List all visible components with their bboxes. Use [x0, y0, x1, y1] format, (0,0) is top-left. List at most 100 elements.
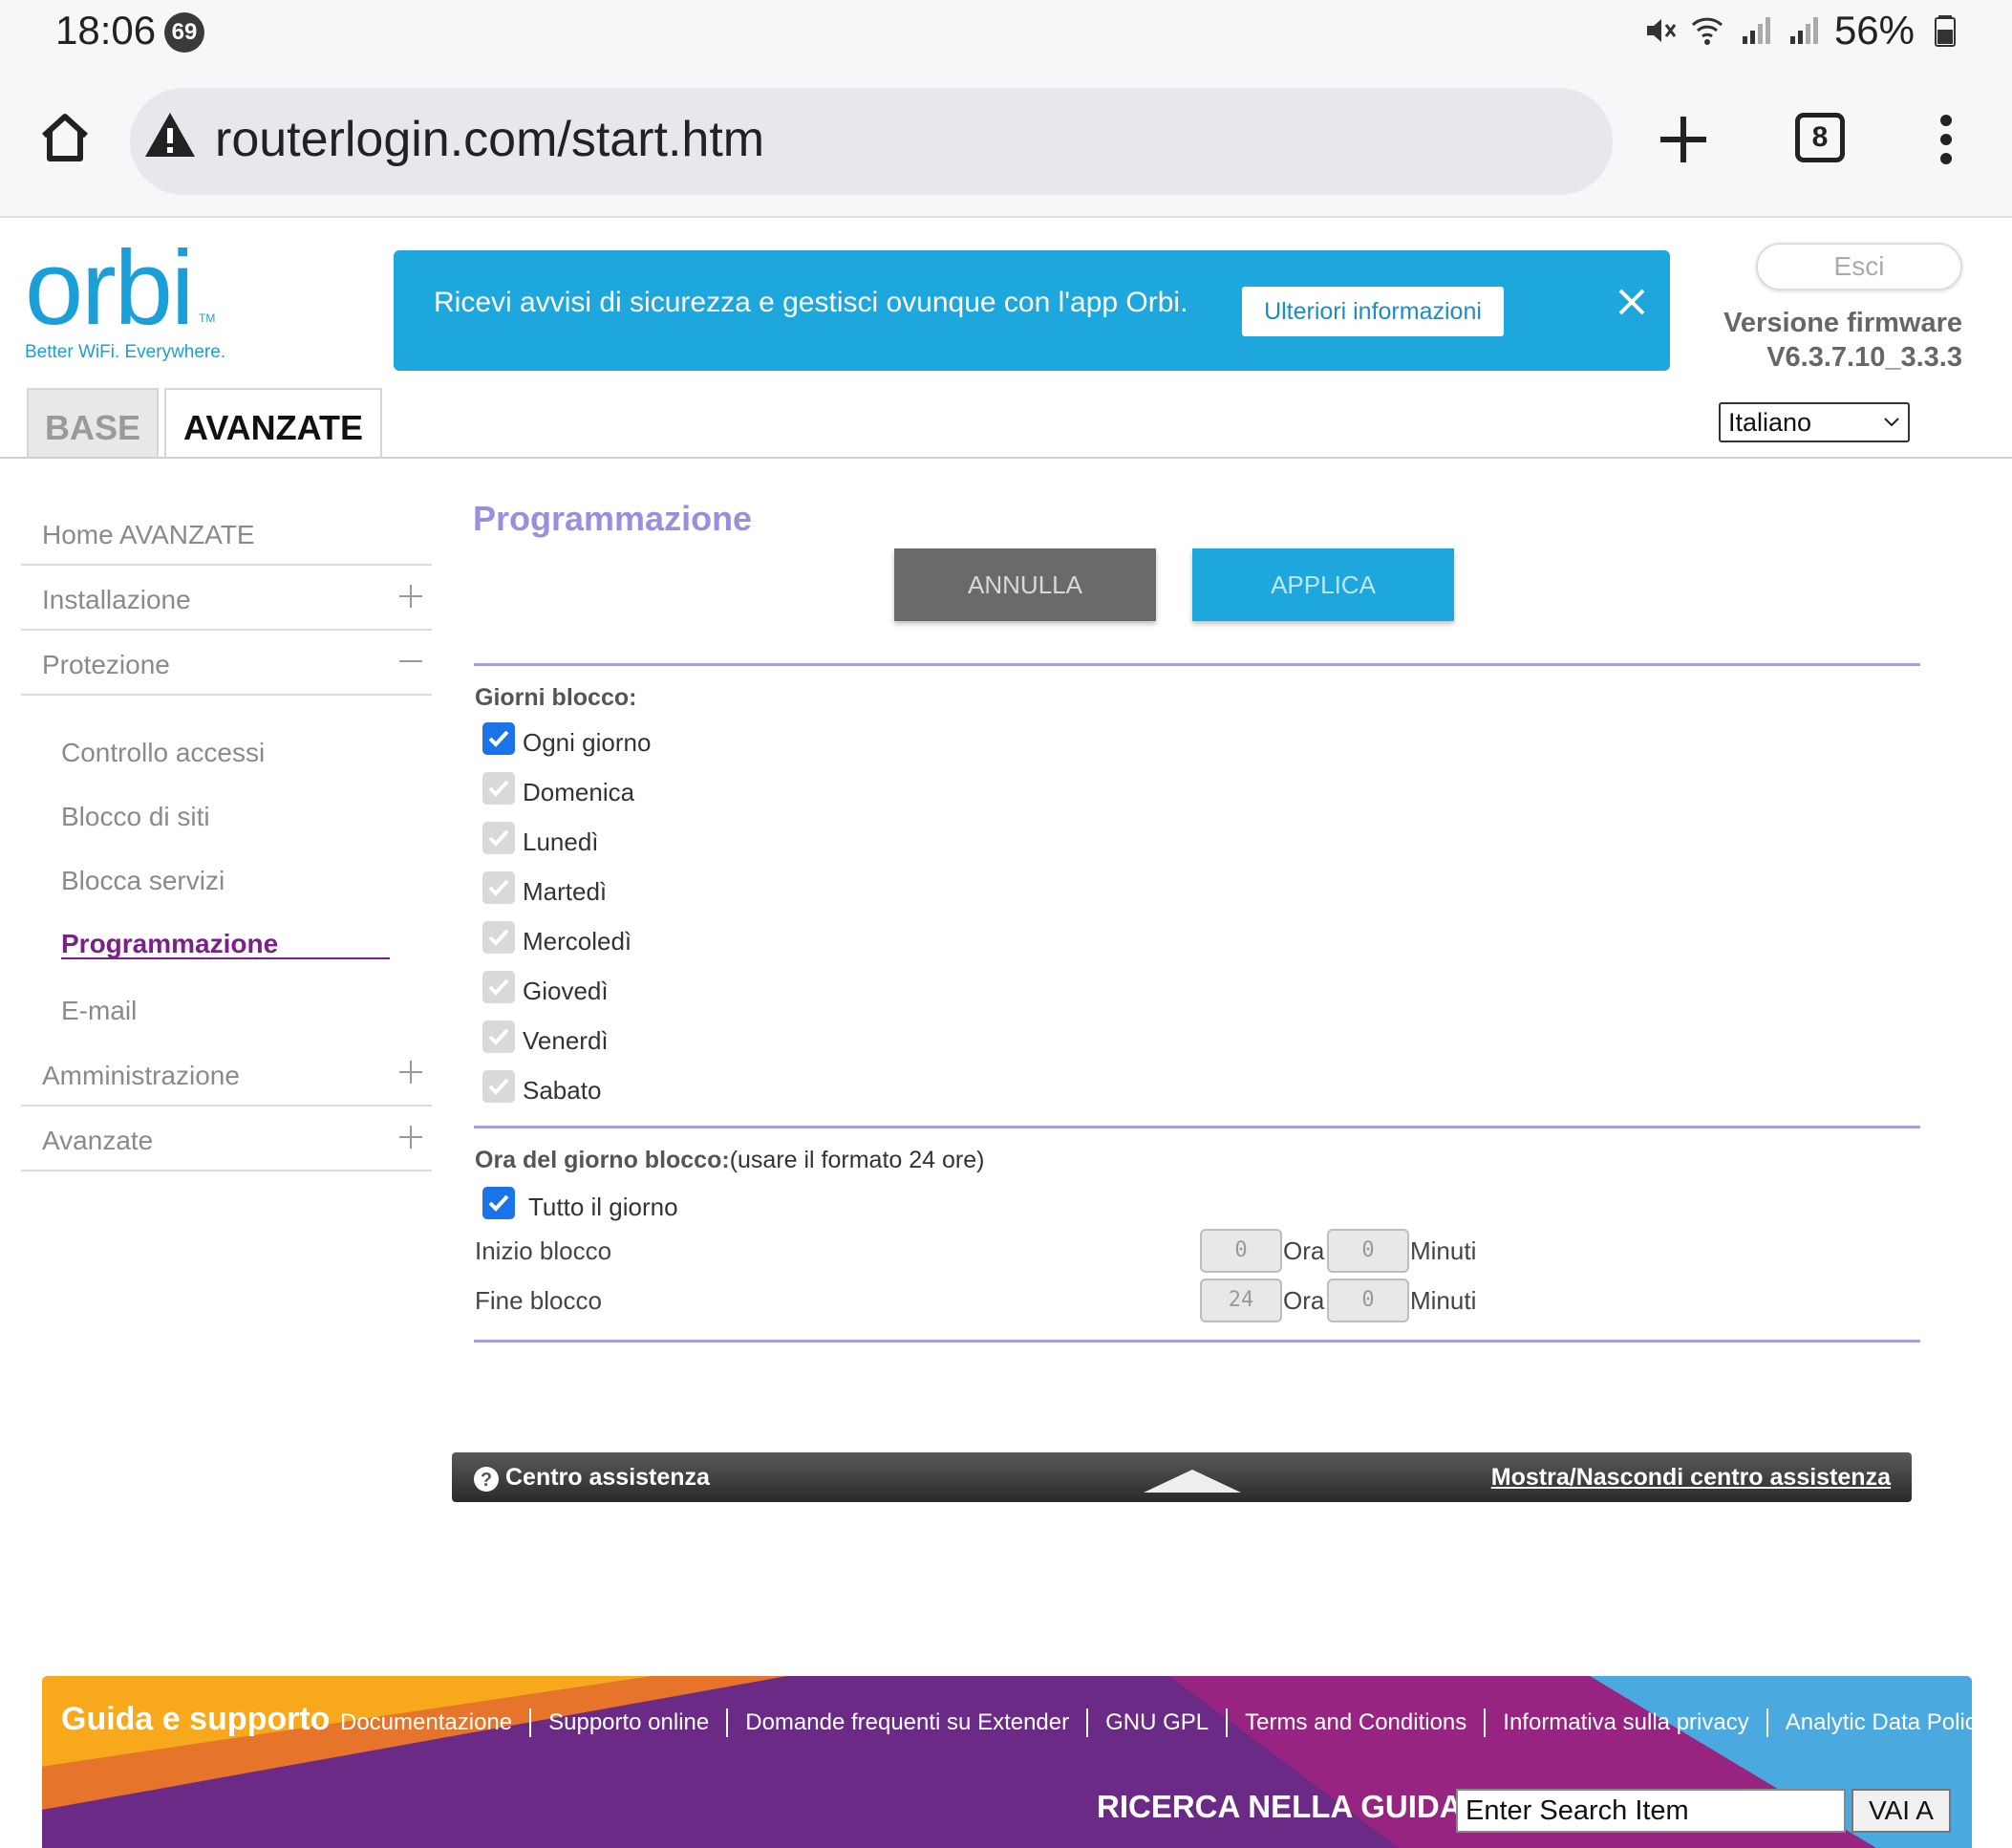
support-footer: Guida e supporto Documentazione Supporto…: [42, 1676, 1972, 1848]
chevron-down-icon: [1884, 418, 1899, 427]
footer-link-privacy[interactable]: Informativa sulla privacy: [1503, 1709, 1748, 1736]
sidebar-item-label: Home AVANZATE: [42, 520, 255, 549]
block-time-title: Ora del giorno blocco:: [475, 1147, 730, 1173]
footer-link-terms[interactable]: Terms and Conditions: [1245, 1709, 1466, 1736]
section-divider: [474, 1126, 1920, 1128]
end-minute-input[interactable]: 0: [1327, 1279, 1409, 1322]
banner-text: Ricevi avvisi di sicurezza e gestisci ov…: [434, 287, 1188, 318]
checkbox-label: Martedì: [523, 877, 608, 906]
section-divider: [474, 663, 1920, 666]
tab-advanced[interactable]: AVANZATE: [164, 388, 382, 459]
sidebar-subitem-block-services[interactable]: Blocca servizi: [61, 866, 225, 896]
checkbox-label: Ogni giorno: [523, 728, 652, 757]
orbi-logo: orbi TM Better WiFi. Everywhere.: [25, 229, 225, 365]
tab-base[interactable]: BASE: [27, 388, 159, 459]
new-tab-icon[interactable]: [1659, 115, 1708, 164]
checkbox-label: Lunedì: [523, 827, 599, 856]
checkbox-label: Venerdì: [523, 1026, 609, 1055]
more-menu-icon[interactable]: [1932, 113, 1960, 166]
footer-link-extender-faq[interactable]: Domande frequenti su Extender: [745, 1709, 1069, 1736]
help-center-bar: ? Centro assistenza Mostra/Nascondi cent…: [452, 1452, 1912, 1502]
checkbox-all-day[interactable]: [482, 1187, 515, 1219]
firmware-label: Versione firmware: [1723, 308, 1962, 338]
checkbox-tuesday[interactable]: [482, 871, 515, 904]
sidebar-item-setup[interactable]: Installazione: [21, 566, 432, 631]
end-hour-input[interactable]: 24: [1200, 1279, 1282, 1322]
sidebar-item-label: Protezione: [42, 650, 170, 679]
checkbox-saturday[interactable]: [482, 1070, 515, 1103]
sidebar-subitem-email[interactable]: E-mail: [61, 996, 137, 1026]
cancel-button[interactable]: ANNULLA: [894, 548, 1156, 621]
help-center-title: Centro assistenza: [505, 1464, 710, 1491]
sidebar-subitem-block-sites[interactable]: Blocco di siti: [61, 802, 210, 832]
tab-switcher-button[interactable]: 8: [1795, 113, 1845, 162]
sidebar-item-label: Installazione: [42, 585, 191, 614]
checkbox-label: Giovedì: [523, 977, 609, 1005]
signal-icon: [1789, 17, 1818, 44]
status-time: 18:06: [55, 8, 157, 53]
mute-icon: [1646, 19, 1677, 42]
active-item-underline: [61, 957, 390, 959]
block-time-label: Ora del giorno blocco:(usare il formato …: [475, 1147, 984, 1174]
footer-link-documentation[interactable]: Documentazione: [340, 1709, 512, 1736]
checkbox-thursday[interactable]: [482, 971, 515, 1003]
notification-badge: 69: [164, 12, 204, 53]
expand-icon[interactable]: [397, 1059, 424, 1085]
expand-icon[interactable]: [397, 583, 424, 610]
sidebar-item-label: Amministrazione: [42, 1061, 240, 1090]
logo-trademark: TM: [199, 312, 216, 325]
sidebar-item-advanced[interactable]: Avanzate: [21, 1107, 432, 1171]
wifi-6e-icon: [1691, 17, 1723, 45]
checkbox-label: Domenica: [523, 778, 635, 806]
language-value: Italiano: [1728, 408, 1812, 437]
help-search-label: RICERCA NELLA GUIDA: [1097, 1789, 1463, 1824]
section-divider: [474, 1340, 1920, 1343]
block-time-note: (usare il formato 24 ore): [729, 1147, 985, 1173]
logo-wordmark: orbi: [25, 229, 194, 347]
checkbox-friday[interactable]: [482, 1021, 515, 1053]
sidebar-item-administration[interactable]: Amministrazione: [21, 1042, 432, 1107]
warning-icon[interactable]: [143, 109, 197, 162]
start-minute-input[interactable]: 0: [1327, 1229, 1409, 1273]
url-text[interactable]: routerlogin.com/start.htm: [215, 111, 764, 168]
home-icon[interactable]: [36, 109, 94, 166]
browser-toolbar: routerlogin.com/start.htm 8: [0, 67, 2012, 218]
toggle-help-center-link[interactable]: Mostra/Nascondi centro assistenza: [1491, 1464, 1891, 1492]
sidebar-item-security[interactable]: Protezione: [21, 631, 432, 696]
language-select[interactable]: Italiano: [1719, 402, 1910, 442]
block-start-label: Inizio blocco: [475, 1236, 612, 1265]
footer-links: Documentazione Supporto online Domande f…: [340, 1708, 1972, 1737]
expand-arrow-icon[interactable]: [1140, 1464, 1245, 1496]
firmware-version: V6.3.7.10_3.3.3: [1766, 342, 1962, 373]
sidebar-item-home-advanced[interactable]: Home AVANZATE: [21, 501, 432, 566]
checkbox-sunday[interactable]: [482, 772, 515, 805]
minute-unit-label: Minuti: [1410, 1286, 1477, 1315]
battery-icon: [1935, 15, 1956, 47]
collapse-icon[interactable]: [397, 648, 424, 675]
sidebar-subitem-schedule[interactable]: Programmazione: [61, 929, 278, 959]
apply-button[interactable]: APPLICA: [1192, 548, 1454, 621]
footer-link-online-support[interactable]: Supporto online: [548, 1709, 709, 1736]
footer-title: Guida e supporto: [61, 1701, 331, 1737]
close-icon[interactable]: [1615, 285, 1649, 319]
help-search-go-button[interactable]: VAI A: [1851, 1789, 1951, 1833]
checkbox-wednesday[interactable]: [482, 921, 515, 954]
sidebar-item-label: Avanzate: [42, 1126, 154, 1155]
battery-percent: 56%: [1833, 8, 1915, 53]
page-title: Programmazione: [473, 499, 753, 538]
expand-icon[interactable]: [397, 1124, 424, 1150]
more-info-button[interactable]: Ulteriori informazioni: [1242, 287, 1504, 336]
hour-unit-label: Ora: [1283, 1236, 1325, 1265]
help-search-input[interactable]: Enter Search Item: [1456, 1789, 1846, 1833]
footer-link-analytic-policy[interactable]: Analytic Data Policy: [1786, 1709, 1972, 1736]
app-promo-banner: Ricevi avvisi di sicurezza e gestisci ov…: [394, 250, 1670, 371]
sidebar-subitem-access-control[interactable]: Controllo accessi: [61, 738, 265, 768]
checkbox-monday[interactable]: [482, 822, 515, 854]
footer-link-gnu-gpl[interactable]: GNU GPL: [1105, 1709, 1209, 1736]
start-hour-input[interactable]: 0: [1200, 1229, 1282, 1273]
checkbox-every-day[interactable]: [482, 722, 515, 755]
logout-button[interactable]: Esci: [1756, 243, 1962, 290]
help-question-icon: ?: [474, 1467, 499, 1492]
hour-unit-label: Ora: [1283, 1286, 1325, 1315]
svg-text:?: ?: [481, 1470, 492, 1491]
